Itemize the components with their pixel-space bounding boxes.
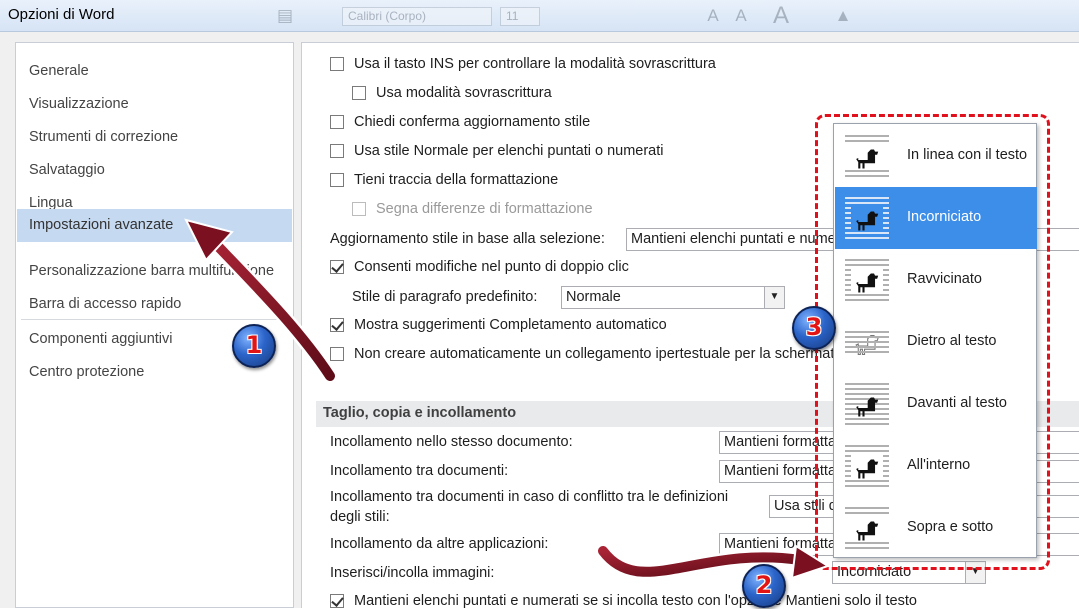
font-name-box: Calibri (Corpo) [342, 7, 492, 26]
autocomplete-label: Mostra suggerimenti Completamento automa… [354, 317, 667, 333]
wrap-option-top-bottom[interactable]: Sopra e sotto [835, 497, 1037, 559]
behind-text-icon [845, 320, 889, 364]
nav-item-strumenti-correzione[interactable]: Strumenti di correzione [17, 121, 292, 154]
ins-key-label: Usa il tasto INS per controllare la moda… [354, 56, 716, 72]
confirm-style-checkbox[interactable] [330, 115, 344, 129]
default-paragraph-style-select[interactable]: Normale ▼ [561, 286, 785, 309]
wrap-option-behind[interactable]: Dietro al testo [835, 311, 1037, 373]
tight-wrap-icon [845, 258, 889, 302]
nav-item-generale[interactable]: Generale [17, 55, 292, 88]
wrap-icon-graphic [845, 197, 889, 239]
nav-item-impostazioni-avanzate[interactable]: Impostazioni avanzate [17, 209, 292, 242]
nav-item-barra-accesso-rapido[interactable]: Barra di accesso rapido [17, 288, 292, 321]
wrap-icon-graphic [845, 135, 889, 177]
find-icon: ▲ [834, 6, 852, 25]
autocomplete-checkbox[interactable] [330, 318, 344, 332]
click-and-type-checkbox[interactable] [330, 260, 344, 274]
mark-inconsistencies-checkbox[interactable] [352, 202, 366, 216]
nav-item-salvataggio[interactable]: Salvataggio [17, 154, 292, 187]
wrap-option-inline[interactable]: In linea con il testo [835, 125, 1037, 187]
font-size-box: 11 [500, 7, 540, 26]
wrap-option-tight[interactable]: Ravvicinato [835, 249, 1037, 311]
wrap-style-menu: In linea con il testo Incorniciato Ravvi… [833, 123, 1037, 558]
paste-other-apps-label: Incollamento da altre applicazioni: [330, 536, 549, 552]
wrap-icon-graphic [845, 507, 889, 549]
callout-3-badge: 3 [792, 306, 836, 350]
wrap-option-label: Ravvicinato [907, 271, 982, 287]
wrap-option-in-front[interactable]: Davanti al testo [835, 373, 1037, 435]
through-wrap-icon [845, 444, 889, 488]
wrap-option-label: Sopra e sotto [907, 519, 994, 535]
shrink-font-icon: A [735, 6, 747, 25]
wrap-option-label: All'interno [907, 457, 971, 473]
style-update-label: Aggiornamento stile in base alla selezio… [330, 231, 605, 247]
paste-between-docs-label: Incollamento tra documenti: [330, 463, 509, 479]
nav-item-personalizzazione-barra[interactable]: Personalizzazione barra multifunzione [17, 255, 292, 288]
mark-inconsistencies-label: Segna differenze di formattazione [376, 201, 593, 217]
confirm-style-label: Chiedi conferma aggiornamento stile [354, 114, 591, 130]
paste-same-doc-label: Incollamento nello stesso documento: [330, 434, 573, 450]
chevron-down-icon[interactable]: ▼ [764, 287, 784, 308]
in-front-text-icon [845, 382, 889, 426]
nav-item-visualizzazione[interactable]: Visualizzazione [17, 88, 292, 121]
wrap-option-label: In linea con il testo [907, 147, 1028, 163]
overtype-checkbox[interactable] [352, 86, 366, 100]
wrap-icon-graphic [845, 259, 889, 301]
wrap-icon-graphic [845, 331, 889, 355]
track-formatting-checkbox[interactable] [330, 173, 344, 187]
overtype-label: Usa modalità sovrascrittura [376, 85, 552, 101]
wrap-icon-graphic [845, 445, 889, 487]
callout-2-badge: 2 [742, 564, 786, 608]
keep-bullets-checkbox[interactable] [330, 594, 344, 608]
window-title: Opzioni di Word [8, 6, 115, 23]
title-bar: Opzioni di Word ▤ Calibri (Corpo) 11 A A… [0, 0, 1079, 32]
grow-font-icon: A [707, 6, 719, 25]
inline-wrap-icon [845, 134, 889, 178]
default-paragraph-style-label: Stile di paragrafo predefinito: [352, 289, 538, 305]
paste-icon: ▤ [276, 6, 294, 25]
background-word-toolbar: ▤ Calibri (Corpo) 11 A A A ▲ [262, 2, 882, 30]
square-wrap-icon [845, 196, 889, 240]
wrap-icon-graphic [845, 383, 889, 425]
paste-conflict-label-line1: Incollamento tra documenti in caso di co… [330, 489, 729, 505]
wrap-option-label: Davanti al testo [907, 395, 1007, 411]
insert-picture-label: Inserisci/incolla immagini: [330, 565, 495, 581]
default-paragraph-style-value: Normale [566, 289, 621, 305]
no-hyperlink-checkbox[interactable] [330, 347, 344, 361]
no-hyperlink-label: Non creare automaticamente un collegamen… [354, 346, 843, 362]
track-formatting-label: Tieni traccia della formattazione [354, 172, 559, 188]
click-and-type-label: Consenti modifiche nel punto di doppio c… [354, 259, 629, 275]
top-bottom-wrap-icon [845, 506, 889, 550]
normal-style-lists-label: Usa stile Normale per elenchi puntati o … [354, 143, 664, 159]
wrap-option-label: Incorniciato [907, 209, 982, 225]
callout-1-badge: 1 [232, 324, 276, 368]
ins-key-checkbox[interactable] [330, 57, 344, 71]
paste-conflict-label-line2: degli stili: [330, 509, 390, 525]
wrap-option-through[interactable]: All'interno [835, 435, 1037, 497]
normal-style-lists-checkbox[interactable] [330, 144, 344, 158]
styles-icon: A [772, 2, 789, 29]
wrap-option-label: Dietro al testo [907, 333, 997, 349]
nav-divider [21, 319, 289, 320]
wrap-option-square[interactable]: Incorniciato [835, 187, 1037, 249]
keep-bullets-label: Mantieni elenchi puntati e numerati se s… [354, 593, 917, 609]
